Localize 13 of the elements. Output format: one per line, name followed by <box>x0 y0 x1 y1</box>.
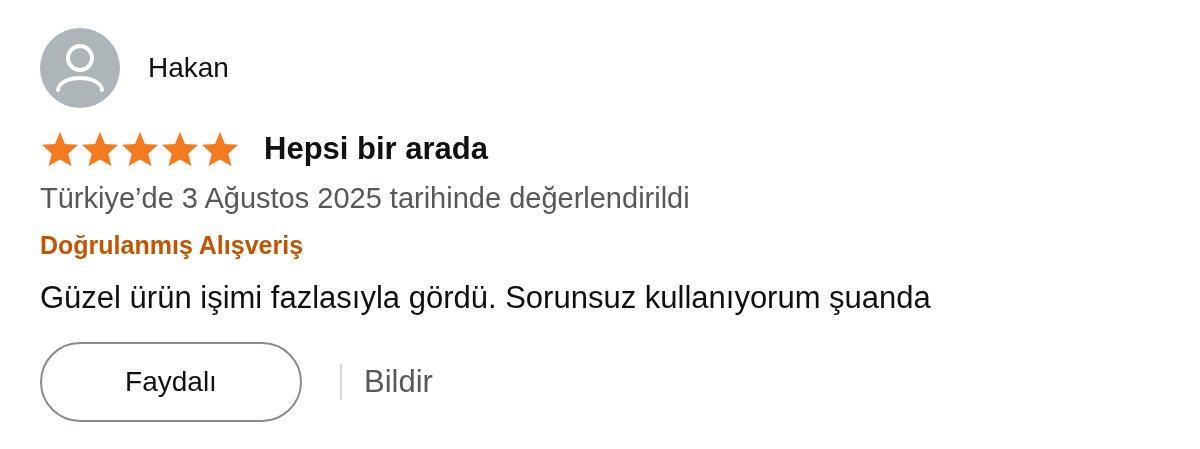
avatar-icon <box>40 28 120 108</box>
star-icon <box>120 130 160 168</box>
review-date: Türkiye’de 3 Ağustos 2025 tarihinde değerlendirildi <box>40 182 691 215</box>
star-icon <box>160 130 200 168</box>
review-text: Güzel ürün işimi fazlasıyla gördü. Sorunsuz kullanıyorum şuanda <box>40 280 932 316</box>
star-icon <box>40 130 80 168</box>
helpful-button[interactable]: Faydalı <box>40 342 302 422</box>
reviewer-name: Hakan <box>148 52 229 84</box>
star-icon <box>80 130 120 168</box>
star-icon <box>200 130 240 168</box>
report-link[interactable]: Bildir <box>364 364 433 400</box>
verified-purchase-label: Doğrulanmış Alışveriş <box>40 231 305 260</box>
review-title: Hepsi bir arada <box>264 131 488 167</box>
